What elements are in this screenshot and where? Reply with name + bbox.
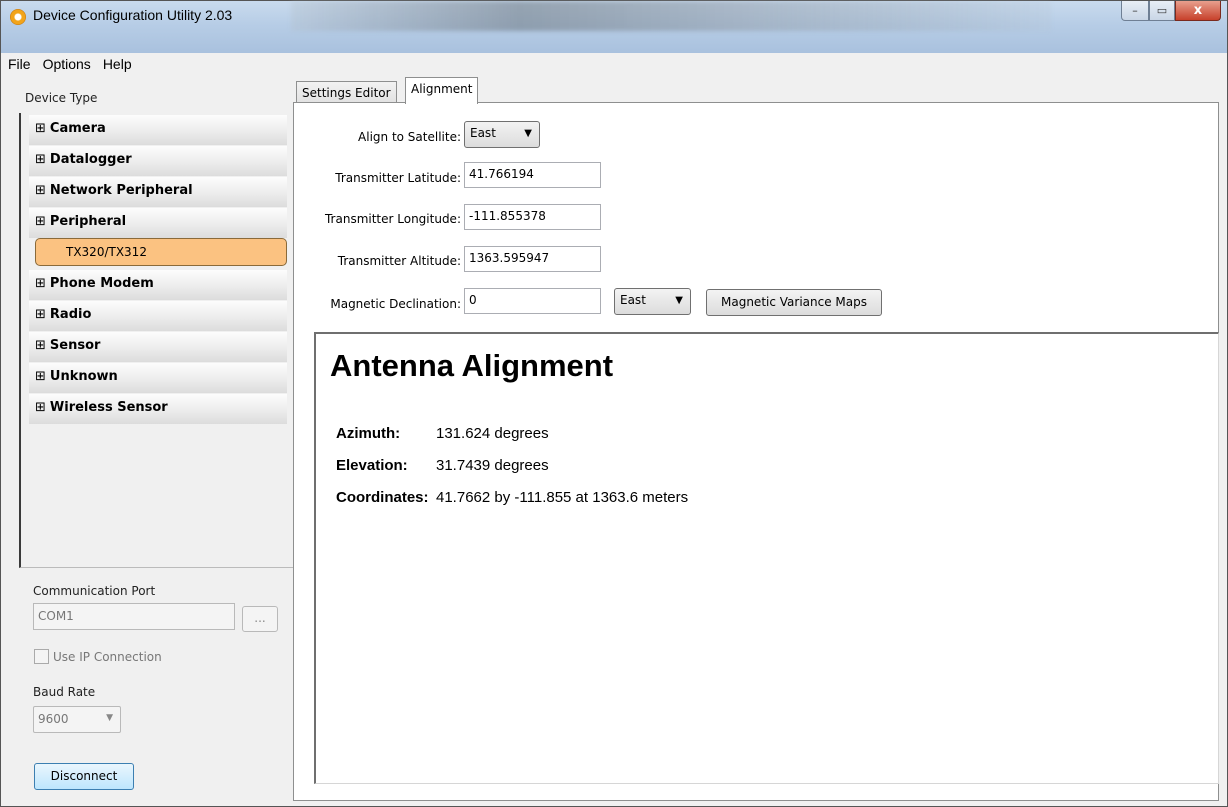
tree-item-radio[interactable]: ⊞ Radio xyxy=(29,301,287,331)
communication-port-label: Communication Port xyxy=(33,584,156,598)
azimuth-row: Azimuth: 131.624 degrees xyxy=(336,425,549,442)
tree-item-phone-modem[interactable]: ⊞ Phone Modem xyxy=(29,270,287,300)
chevron-down-icon: ▼ xyxy=(524,128,532,139)
title-bar-blur xyxy=(291,1,1051,31)
baud-rate-value: 9600 xyxy=(38,712,69,726)
expand-icon[interactable]: ⊞ xyxy=(35,400,46,415)
use-ip-label: Use IP Connection xyxy=(53,650,162,664)
magnetic-variance-maps-button[interactable]: Magnetic Variance Maps xyxy=(706,289,882,316)
tree-item-network-peripheral[interactable]: ⊞ Network Peripheral xyxy=(29,177,287,207)
azimuth-value: 131.624 degrees xyxy=(436,425,549,442)
tree-item-sensor[interactable]: ⊞ Sensor xyxy=(29,332,287,362)
communication-port-field[interactable]: COM1 xyxy=(33,603,235,630)
minimize-button[interactable]: – xyxy=(1121,1,1149,21)
expand-icon[interactable]: ⊞ xyxy=(35,152,46,167)
coordinates-label: Coordinates: xyxy=(336,489,429,506)
tab-alignment[interactable]: Alignment xyxy=(405,77,479,104)
alignment-results: Antenna Alignment Azimuth: 131.624 degre… xyxy=(314,332,1219,784)
expand-icon[interactable]: ⊞ xyxy=(35,121,46,136)
tree-item-wireless-sensor[interactable]: ⊞ Wireless Sensor xyxy=(29,394,287,424)
expand-icon[interactable]: ⊞ xyxy=(35,369,46,384)
transmitter-longitude-field[interactable]: -111.855378 xyxy=(464,204,601,230)
expand-icon[interactable]: ⊞ xyxy=(35,338,46,353)
tree-item-tx320-tx312[interactable]: TX320/TX312 xyxy=(35,238,287,266)
expand-icon[interactable]: ⊞ xyxy=(35,307,46,322)
expand-icon[interactable]: ⊞ xyxy=(35,276,46,291)
close-button[interactable]: x xyxy=(1175,1,1221,21)
declination-direction-value: East xyxy=(620,293,646,307)
app-icon xyxy=(10,9,26,25)
menu-help[interactable]: Help xyxy=(103,56,132,72)
browse-port-button[interactable]: ... xyxy=(242,606,278,632)
elevation-label: Elevation: xyxy=(336,457,408,474)
expand-icon[interactable]: ⊞ xyxy=(35,183,46,198)
maximize-button[interactable]: ▭ xyxy=(1149,1,1175,21)
baud-rate-select[interactable]: 9600 ▼ xyxy=(33,706,121,733)
title-bar: Device Configuration Utility 2.03 – ▭ x xyxy=(1,1,1227,53)
declination-direction-select[interactable]: East ▼ xyxy=(614,288,691,315)
tree-item-camera[interactable]: ⊞ Camera xyxy=(29,115,287,145)
use-ip-checkbox[interactable] xyxy=(34,649,49,664)
tree-item-unknown[interactable]: ⊞ Unknown xyxy=(29,363,287,393)
transmitter-latitude-label: Transmitter Latitude: xyxy=(335,171,461,185)
baud-rate-label: Baud Rate xyxy=(33,685,96,699)
coordinates-value: 41.7662 by -111.855 at 1363.6 meters xyxy=(436,489,689,506)
maximize-icon: ▭ xyxy=(1156,4,1168,17)
magnetic-declination-label: Magnetic Declination: xyxy=(330,297,461,311)
menu-file[interactable]: File xyxy=(8,56,31,72)
elevation-value: 31.7439 degrees xyxy=(436,457,549,474)
antenna-alignment-heading: Antenna Alignment xyxy=(330,348,614,383)
disconnect-button[interactable]: Disconnect xyxy=(34,763,134,790)
menu-options[interactable]: Options xyxy=(43,56,91,72)
device-type-label: Device Type xyxy=(25,91,98,105)
align-to-satellite-label: Align to Satellite: xyxy=(358,130,461,144)
transmitter-altitude-field[interactable]: 1363.595947 xyxy=(464,246,601,272)
align-to-satellite-value: East xyxy=(470,126,496,140)
transmitter-longitude-label: Transmitter Longitude: xyxy=(324,212,461,226)
window-title: Device Configuration Utility 2.03 xyxy=(33,7,233,23)
transmitter-altitude-label: Transmitter Altitude: xyxy=(337,254,461,268)
tree-item-peripheral[interactable]: ⊞ Peripheral xyxy=(29,208,287,238)
menu-bar: File Options Help xyxy=(2,53,1227,74)
chevron-down-icon: ▼ xyxy=(675,295,683,306)
close-icon: x xyxy=(1193,3,1203,18)
device-tree: ⊞ Camera ⊞ Datalogger ⊞ Network Peripheral … xyxy=(19,113,294,568)
app-window: Device Configuration Utility 2.03 – ▭ x … xyxy=(0,0,1228,807)
transmitter-latitude-field[interactable]: 41.766194 xyxy=(464,162,601,188)
window-controls: – ▭ x xyxy=(1121,1,1221,21)
magnetic-declination-field[interactable]: 0 xyxy=(464,288,601,314)
coordinates-row: Coordinates: 41.7662 by -111.855 at 1363… xyxy=(336,489,688,506)
expand-icon[interactable]: ⊞ xyxy=(35,214,46,229)
tree-item-datalogger[interactable]: ⊞ Datalogger xyxy=(29,146,287,176)
azimuth-label: Azimuth: xyxy=(336,425,401,442)
align-to-satellite-select[interactable]: East ▼ xyxy=(464,121,540,148)
elevation-row: Elevation: 31.7439 degrees xyxy=(336,457,549,474)
chevron-down-icon: ▼ xyxy=(106,713,113,723)
minimize-icon: – xyxy=(1132,4,1138,17)
